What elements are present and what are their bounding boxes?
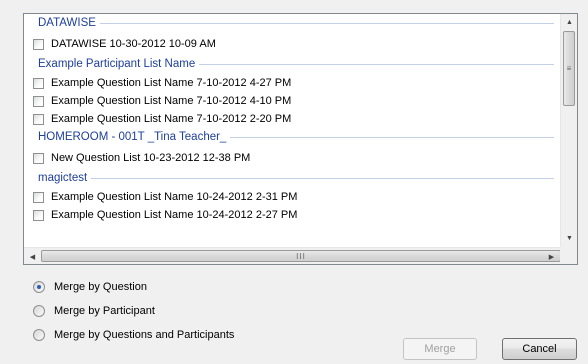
radio-label: Merge by Question (54, 281, 147, 293)
radio-merge-by-both[interactable]: Merge by Questions and Participants (33, 327, 234, 343)
question-list-content: DATAWISE DATAWISE 10-30-2012 10-09 AM Ex… (24, 14, 560, 247)
scrollbar-corner (560, 247, 577, 264)
radio-button[interactable] (33, 329, 45, 341)
item-label: Example Question List Name 10-24-2012 2-… (51, 191, 298, 203)
group-header-example-participant: Example Participant List Name (24, 55, 560, 74)
item-label: New Question List 10-23-2012 12-38 PM (51, 152, 251, 164)
list-item[interactable]: DATAWISE 10-30-2012 10-09 AM (24, 33, 560, 55)
radio-merge-by-participant[interactable]: Merge by Participant (33, 303, 155, 319)
question-list-box[interactable]: DATAWISE DATAWISE 10-30-2012 10-09 AM Ex… (23, 13, 578, 265)
vertical-scrollbar[interactable]: ▲ ≡ ▼ (560, 14, 577, 247)
scroll-down-icon[interactable]: ▼ (561, 230, 577, 247)
list-item[interactable]: New Question List 10-23-2012 12-38 PM (24, 147, 560, 169)
list-item[interactable]: Example Question List Name 7-10-2012 4-2… (24, 74, 560, 92)
item-checkbox[interactable] (33, 209, 44, 221)
item-checkbox[interactable] (33, 152, 44, 164)
item-label: DATAWISE 10-30-2012 10-09 AM (51, 38, 216, 50)
scroll-left-icon[interactable]: ◀ (24, 248, 41, 264)
list-item[interactable]: Example Question List Name 10-24-2012 2-… (24, 206, 560, 224)
scroll-up-icon[interactable]: ▲ (561, 14, 577, 31)
horizontal-scroll-thumb[interactable]: III (41, 250, 561, 262)
radio-label: Merge by Participant (54, 305, 155, 317)
item-checkbox[interactable] (33, 113, 44, 125)
list-item[interactable]: Example Question List Name 7-10-2012 4-1… (24, 92, 560, 110)
list-item[interactable]: Example Question List Name 7-10-2012 2-2… (24, 110, 560, 128)
radio-label: Merge by Questions and Participants (54, 329, 235, 341)
radio-button[interactable] (33, 305, 45, 317)
group-header-homeroom: HOMEROOM - 001T _Tina Teacher_ (24, 128, 560, 147)
merge-button[interactable]: Merge (403, 338, 477, 360)
vertical-scroll-thumb[interactable]: ≡ (563, 31, 575, 106)
cancel-button[interactable]: Cancel (502, 338, 577, 360)
item-checkbox[interactable] (33, 77, 44, 89)
item-label: Example Question List Name 7-10-2012 4-2… (51, 77, 292, 89)
group-header-datawise: DATAWISE (24, 14, 560, 33)
group-header-magictest: magictest (24, 169, 560, 188)
group-name: magictest (38, 172, 88, 184)
radio-button-selected[interactable] (33, 281, 45, 293)
radio-merge-by-question[interactable]: Merge by Question (33, 279, 147, 295)
horizontal-scrollbar[interactable]: ◀ III ▶ (24, 247, 561, 264)
group-name: Example Participant List Name (38, 58, 196, 70)
item-label: Example Question List Name 7-10-2012 2-2… (51, 113, 292, 125)
group-divider (99, 23, 554, 24)
group-divider (230, 137, 554, 138)
group-name: DATAWISE (38, 17, 96, 29)
group-divider (91, 178, 554, 179)
group-name: HOMEROOM - 001T _Tina Teacher_ (38, 131, 227, 143)
list-item[interactable]: Example Question List Name 10-24-2012 2-… (24, 188, 560, 206)
item-label: Example Question List Name 10-24-2012 2-… (51, 209, 298, 221)
group-divider (199, 64, 554, 65)
scroll-right-icon[interactable]: ▶ (543, 248, 560, 264)
item-checkbox[interactable] (33, 95, 44, 107)
item-checkbox[interactable] (33, 191, 44, 203)
item-checkbox[interactable] (33, 38, 44, 50)
item-label: Example Question List Name 7-10-2012 4-1… (51, 95, 292, 107)
